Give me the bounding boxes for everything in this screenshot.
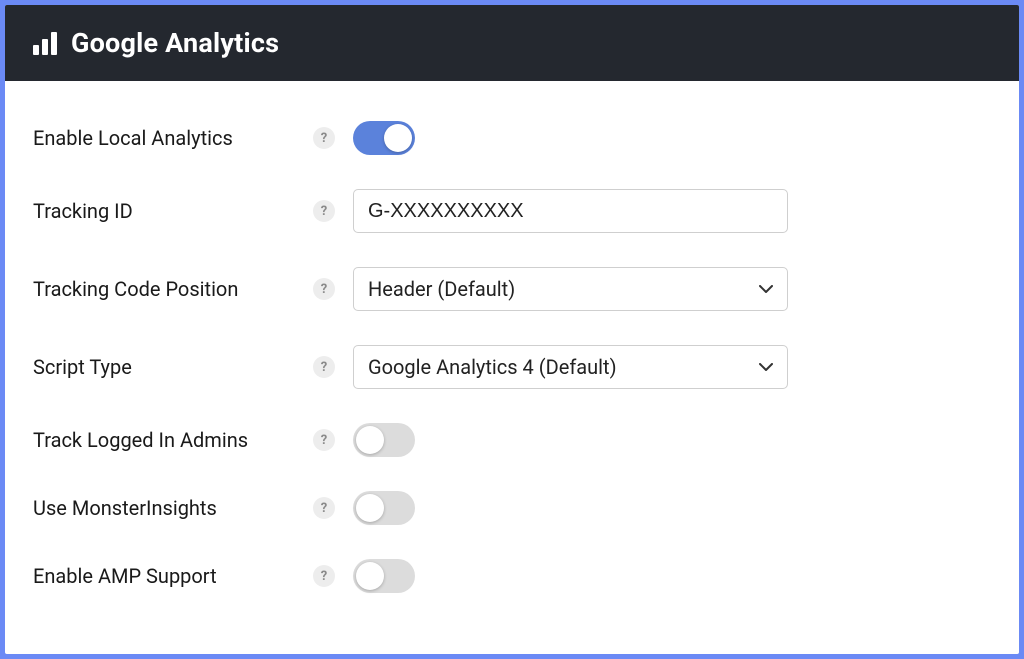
help-icon[interactable]: ? — [313, 565, 335, 587]
row-tracking-id: Tracking ID ? — [33, 189, 991, 233]
page-title: Google Analytics — [71, 27, 279, 59]
label-tracking-code-position: Tracking Code Position — [33, 277, 313, 301]
chevron-down-icon — [759, 360, 773, 374]
label-enable-local-analytics: Enable Local Analytics — [33, 126, 313, 150]
panel-header: Google Analytics — [5, 5, 1019, 81]
help-icon[interactable]: ? — [313, 127, 335, 149]
label-use-monsterinsights: Use MonsterInsights — [33, 496, 313, 520]
tracking-id-input[interactable] — [353, 189, 788, 233]
help-icon[interactable]: ? — [313, 429, 335, 451]
toggle-knob — [356, 426, 384, 454]
script-type-select[interactable]: Google Analytics 4 (Default) — [353, 345, 788, 389]
row-use-monsterinsights: Use MonsterInsights ? — [33, 491, 991, 525]
toggle-enable-local-analytics[interactable] — [353, 121, 415, 155]
label-track-logged-in-admins: Track Logged In Admins — [33, 428, 313, 452]
help-icon[interactable]: ? — [313, 497, 335, 519]
row-script-type: Script Type ? Google Analytics 4 (Defaul… — [33, 345, 991, 389]
chevron-down-icon — [759, 282, 773, 296]
help-icon[interactable]: ? — [313, 200, 335, 222]
select-value: Google Analytics 4 (Default) — [368, 355, 617, 379]
toggle-knob — [384, 124, 412, 152]
tracking-code-position-select[interactable]: Header (Default) — [353, 267, 788, 311]
panel-body: Enable Local Analytics ? Tracking ID ? T… — [5, 81, 1019, 613]
toggle-knob — [356, 562, 384, 590]
select-value: Header (Default) — [368, 277, 515, 301]
help-icon[interactable]: ? — [313, 356, 335, 378]
toggle-enable-amp-support[interactable] — [353, 559, 415, 593]
google-analytics-panel: Google Analytics Enable Local Analytics … — [5, 5, 1019, 654]
label-script-type: Script Type — [33, 355, 313, 379]
label-enable-amp-support: Enable AMP Support — [33, 564, 313, 588]
settings-panel-frame: Google Analytics Enable Local Analytics … — [5, 5, 1019, 654]
label-tracking-id: Tracking ID — [33, 199, 313, 223]
toggle-knob — [356, 494, 384, 522]
help-icon[interactable]: ? — [313, 278, 335, 300]
row-enable-amp-support: Enable AMP Support ? — [33, 559, 991, 593]
row-track-logged-in-admins: Track Logged In Admins ? — [33, 423, 991, 457]
toggle-track-logged-in-admins[interactable] — [353, 423, 415, 457]
row-enable-local-analytics: Enable Local Analytics ? — [33, 121, 991, 155]
row-tracking-code-position: Tracking Code Position ? Header (Default… — [33, 267, 991, 311]
toggle-use-monsterinsights[interactable] — [353, 491, 415, 525]
bar-chart-icon — [33, 31, 57, 55]
